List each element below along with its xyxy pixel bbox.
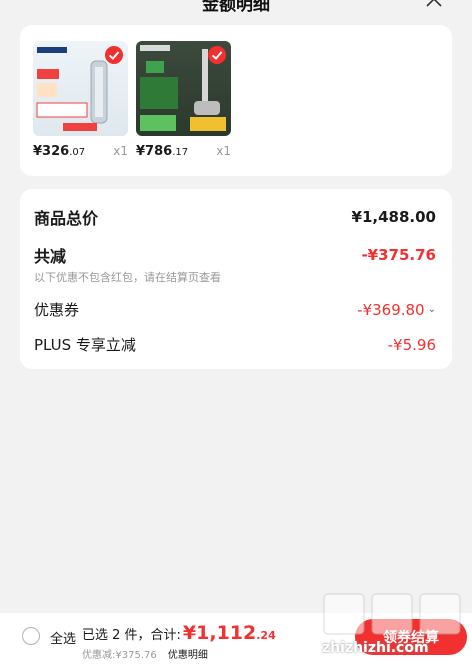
total-reduce-label: 共减 (34, 247, 67, 266)
plus-value: -¥5.96 (387, 335, 436, 354)
goods-total-label: 商品总价 (34, 209, 99, 228)
select-all-label[interactable]: 全选 (50, 628, 76, 647)
selected-check[interactable] (105, 46, 123, 64)
selected-text: 已选 2 件，合计: (82, 628, 181, 643)
watermark-text: zhizhizhi.com (322, 640, 429, 656)
amount-detail-sheet: 金额明细 ¥326.07 x1 ¥786.17 x1 商品总价 ¥1,488.0… (12, 0, 460, 620)
product-card: ¥326.07 x1 ¥786.17 x1 (20, 25, 452, 176)
discount-line: 优惠减:¥375.76 优惠明细 (82, 646, 208, 661)
chevron-down-icon[interactable]: ⌄ (428, 304, 436, 315)
product-image-water-filter[interactable] (33, 41, 128, 136)
total-reduce-row: 共减 -¥375.76 (34, 243, 436, 267)
product-qty: x1 (113, 144, 128, 158)
goods-total-value: ¥1,488.00 (351, 208, 436, 226)
check-icon (211, 51, 223, 60)
coupon-label: 优惠券 (34, 301, 80, 319)
total-amount: ¥1,112.24 (182, 622, 276, 644)
total-reduce-value: -¥375.76 (361, 246, 436, 264)
coupon-value: -¥369.80 (357, 300, 425, 319)
coupon-row[interactable]: 优惠券 -¥369.80 ⌄ (34, 299, 436, 320)
discount-text: 优惠减:¥375.76 (82, 650, 157, 661)
product-image-floor-washer[interactable] (136, 41, 231, 136)
close-icon[interactable] (424, 0, 444, 8)
plus-label: PLUS 专享立减 (34, 336, 136, 354)
check-icon (108, 51, 120, 60)
selected-summary: 已选 2 件，合计: ¥1,112.24 (82, 622, 276, 644)
sheet-title: 金额明细 (202, 0, 270, 15)
discount-note: 以下优惠不包含红包，请在结算页查看 (34, 271, 221, 284)
product-item[interactable]: ¥326.07 x1 (33, 41, 128, 159)
selected-check[interactable] (208, 46, 226, 64)
product-qty: x1 (216, 144, 231, 158)
product-item[interactable]: ¥786.17 x1 (136, 41, 231, 159)
product-price: ¥326.07 (33, 144, 86, 159)
goods-total-row: 商品总价 ¥1,488.00 (34, 205, 436, 229)
discount-detail-link[interactable]: 优惠明细 (168, 650, 208, 661)
summary-card: 商品总价 ¥1,488.00 共减 -¥375.76 以下优惠不包含红包，请在结… (20, 189, 452, 369)
product-price: ¥786.17 (136, 144, 189, 159)
plus-row: PLUS 专享立减 -¥5.96 (34, 334, 436, 355)
select-all-radio[interactable] (22, 627, 40, 645)
